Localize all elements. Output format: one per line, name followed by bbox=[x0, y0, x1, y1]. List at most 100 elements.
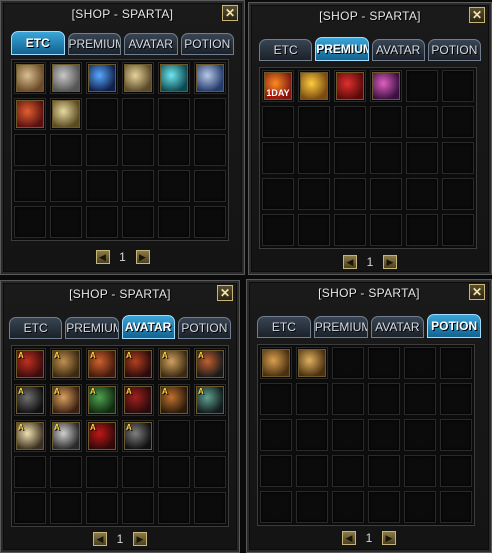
inventory-slot[interactable] bbox=[404, 347, 436, 379]
tab-potion[interactable]: POTION bbox=[427, 314, 481, 338]
tab-avatar[interactable]: AVATAR bbox=[371, 39, 425, 61]
inventory-slot[interactable] bbox=[442, 178, 474, 210]
inventory-slot[interactable]: A bbox=[122, 420, 154, 452]
next-page-button[interactable]: ▶ bbox=[135, 250, 150, 264]
inventory-slot[interactable] bbox=[334, 178, 366, 210]
avatar-dark-knight-icon[interactable]: A bbox=[16, 386, 44, 414]
inventory-slot[interactable] bbox=[122, 62, 154, 94]
inventory-slot[interactable]: A bbox=[122, 348, 154, 380]
inventory-slot[interactable] bbox=[406, 106, 438, 138]
inventory-slot[interactable] bbox=[50, 134, 82, 166]
inventory-slot[interactable] bbox=[332, 347, 364, 379]
inventory-slot[interactable] bbox=[404, 383, 436, 415]
inventory-slot[interactable] bbox=[50, 170, 82, 202]
avatar-red-armor-icon[interactable]: A bbox=[124, 350, 152, 378]
inventory-slot[interactable] bbox=[370, 142, 402, 174]
tab-premium[interactable]: PREMIUM bbox=[315, 37, 369, 61]
inventory-slot[interactable]: A bbox=[86, 384, 118, 416]
inventory-slot[interactable]: A bbox=[158, 348, 190, 380]
tab-potion[interactable]: POTION bbox=[180, 33, 234, 55]
inventory-slot[interactable] bbox=[122, 170, 154, 202]
inventory-slot[interactable]: A bbox=[14, 384, 46, 416]
inventory-slot[interactable] bbox=[86, 456, 118, 488]
inventory-slot[interactable]: A bbox=[194, 384, 226, 416]
tab-etc[interactable]: ETC bbox=[11, 31, 65, 55]
inventory-slot[interactable]: A bbox=[50, 384, 82, 416]
tab-etc[interactable]: ETC bbox=[257, 316, 311, 338]
inventory-slot[interactable] bbox=[260, 491, 292, 523]
inventory-slot[interactable] bbox=[298, 178, 330, 210]
tab-etc[interactable]: ETC bbox=[9, 317, 63, 339]
inventory-slot[interactable] bbox=[406, 142, 438, 174]
inventory-slot[interactable] bbox=[194, 62, 226, 94]
next-page-button[interactable]: ▶ bbox=[133, 532, 147, 546]
inventory-slot[interactable] bbox=[296, 383, 328, 415]
scroll-icon[interactable] bbox=[124, 64, 152, 92]
hammer-icon[interactable] bbox=[52, 64, 80, 92]
close-button[interactable]: ✕ bbox=[222, 5, 238, 21]
inventory-slot[interactable] bbox=[158, 62, 190, 94]
inventory-slot[interactable] bbox=[370, 214, 402, 246]
pink-potion-icon[interactable] bbox=[372, 72, 400, 100]
inventory-slot[interactable] bbox=[86, 134, 118, 166]
inventory-slot[interactable] bbox=[260, 419, 292, 451]
tab-potion[interactable]: POTION bbox=[427, 39, 481, 61]
inventory-slot[interactable] bbox=[442, 214, 474, 246]
inventory-slot[interactable] bbox=[260, 455, 292, 487]
tab-premium[interactable]: PREMIUM bbox=[65, 317, 119, 339]
tab-premium[interactable]: PREMIUM bbox=[313, 316, 368, 338]
inventory-slot[interactable] bbox=[50, 98, 82, 130]
inventory-slot[interactable] bbox=[368, 383, 400, 415]
inventory-slot[interactable]: A bbox=[86, 348, 118, 380]
tab-avatar[interactable]: AVATAR bbox=[370, 316, 425, 338]
inventory-slot[interactable] bbox=[368, 455, 400, 487]
avatar-round-shield-icon[interactable]: A bbox=[196, 350, 224, 378]
avatar-red-demon-icon[interactable]: A bbox=[88, 422, 116, 450]
inventory-slot[interactable] bbox=[260, 383, 292, 415]
inventory-slot[interactable] bbox=[158, 170, 190, 202]
inventory-slot[interactable] bbox=[406, 178, 438, 210]
inventory-slot[interactable] bbox=[404, 419, 436, 451]
inventory-slot[interactable]: A bbox=[158, 384, 190, 416]
inventory-slot[interactable] bbox=[158, 134, 190, 166]
inventory-slot[interactable]: A bbox=[194, 348, 226, 380]
golden-gauntlet-icon[interactable] bbox=[300, 72, 328, 100]
close-button[interactable]: ✕ bbox=[217, 285, 233, 301]
inventory-slot[interactable] bbox=[440, 455, 472, 487]
close-button[interactable]: ✕ bbox=[469, 7, 485, 23]
prev-page-button[interactable]: ◀ bbox=[93, 532, 107, 546]
inventory-slot[interactable] bbox=[334, 70, 366, 102]
tab-avatar[interactable]: AVATAR bbox=[124, 33, 178, 55]
inventory-slot[interactable]: A bbox=[86, 420, 118, 452]
inventory-slot[interactable]: A bbox=[14, 420, 46, 452]
next-page-button[interactable]: ▶ bbox=[382, 531, 396, 545]
inventory-slot[interactable]: A bbox=[14, 348, 46, 380]
inventory-slot[interactable] bbox=[194, 456, 226, 488]
inventory-slot[interactable] bbox=[370, 178, 402, 210]
inventory-slot[interactable] bbox=[440, 383, 472, 415]
avatar-green-helm-icon[interactable]: A bbox=[88, 386, 116, 414]
inventory-slot[interactable] bbox=[158, 206, 190, 238]
golden-tome-icon[interactable] bbox=[52, 100, 80, 128]
inventory-slot[interactable] bbox=[334, 106, 366, 138]
inventory-slot[interactable] bbox=[296, 419, 328, 451]
inventory-slot[interactable] bbox=[406, 214, 438, 246]
inventory-slot[interactable] bbox=[332, 491, 364, 523]
prev-page-button[interactable]: ◀ bbox=[343, 255, 357, 269]
titlebar[interactable]: [SHOP - SPARTA] ✕ bbox=[5, 4, 240, 24]
blue-orb-icon[interactable] bbox=[88, 64, 116, 92]
inventory-slot[interactable] bbox=[440, 491, 472, 523]
inventory-slot[interactable] bbox=[334, 142, 366, 174]
inventory-slot[interactable] bbox=[14, 456, 46, 488]
shield-crest-icon[interactable] bbox=[196, 64, 224, 92]
inventory-slot[interactable] bbox=[332, 419, 364, 451]
titlebar[interactable]: [SHOP - SPARTA] ✕ bbox=[251, 283, 487, 303]
inventory-slot[interactable] bbox=[14, 134, 46, 166]
avatar-spartan-shield-icon[interactable]: A bbox=[88, 350, 116, 378]
inventory-slot[interactable] bbox=[86, 492, 118, 524]
inventory-slot[interactable] bbox=[298, 70, 330, 102]
inventory-slot[interactable] bbox=[122, 492, 154, 524]
avatar-dark-wings-icon[interactable]: A bbox=[124, 422, 152, 450]
tab-premium[interactable]: PREMIUM bbox=[67, 33, 121, 55]
inventory-slot[interactable] bbox=[296, 347, 328, 379]
